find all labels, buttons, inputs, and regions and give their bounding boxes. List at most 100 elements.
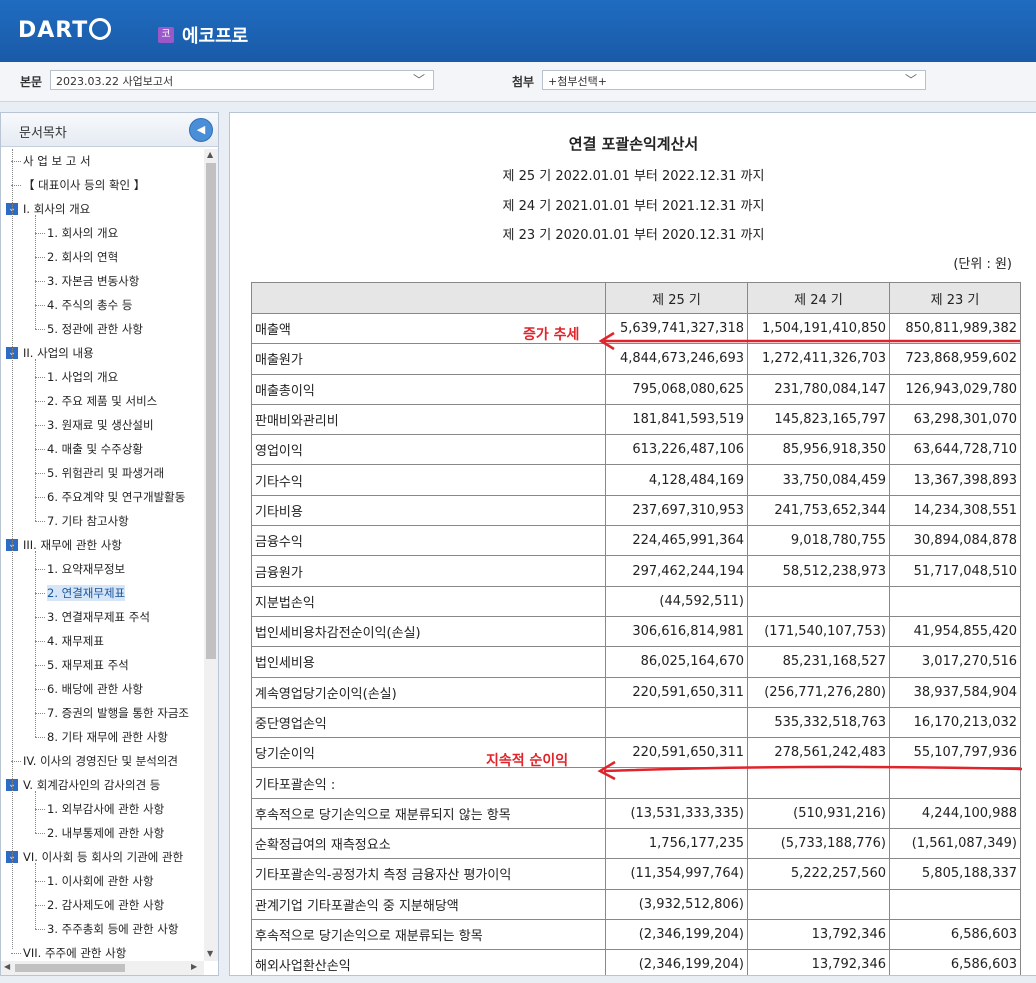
- increase-trend-annotation: 증가 추세: [523, 327, 580, 343]
- toc-item[interactable]: II. 사업의 내용: [23, 345, 94, 361]
- value-cell: 13,792,346: [747, 918, 890, 951]
- toc-item[interactable]: III. 재무에 관한 사항: [23, 537, 122, 553]
- corp-class-badge: 코: [158, 27, 174, 43]
- toc-item[interactable]: 2. 연결재무제표: [47, 585, 126, 601]
- value-cell: 5,639,741,327,318: [605, 312, 748, 345]
- value-cell: 231,780,084,147: [747, 373, 890, 405]
- toc-item[interactable]: 3. 주주총회 등에 관한 사항: [47, 921, 178, 937]
- toc-item[interactable]: 7. 기타 참고사항: [47, 513, 129, 529]
- toc-item[interactable]: 8. 기타 재무에 관한 사항: [47, 729, 168, 745]
- value-cell: 723,868,959,602: [889, 343, 1021, 375]
- table-row: 지분법손익 (44,592,511): [251, 585, 1021, 617]
- main-doc-select[interactable]: 2023.03.22 사업보고서 ﹀: [50, 70, 434, 90]
- toc-item[interactable]: 【 대표이사 등의 확인 】: [23, 177, 145, 193]
- toc-item[interactable]: VI. 이사회 등 회사의 기관에 관한: [23, 849, 183, 865]
- attachment-select-value: +첨부선택+: [548, 75, 607, 88]
- toc-item[interactable]: 1. 이사회에 관한 사항: [47, 873, 154, 889]
- line-item-label: 후속적으로 당기손익으로 재분류되지 않는 항목: [251, 797, 606, 830]
- value-cell: 6,586,603: [889, 949, 1021, 975]
- toc-item[interactable]: 5. 재무제표 주석: [47, 657, 129, 673]
- toc-item[interactable]: 4. 재무제표: [47, 633, 104, 649]
- line-item-label: 계속영업당기순이익(손실): [251, 676, 606, 708]
- value-cell: 55,107,797,936: [889, 737, 1021, 769]
- toc-item[interactable]: V. 회계감사인의 감사의견 등: [23, 777, 160, 793]
- period-line: 제 24 기 2021.01.01 부터 2021.12.31 까지: [502, 199, 765, 214]
- toc-item[interactable]: 1. 회사의 개요: [47, 225, 118, 241]
- toc-item[interactable]: 사 업 보 고 서: [23, 153, 91, 169]
- value-cell: (44,592,511): [605, 585, 748, 617]
- dart-logo[interactable]: DART: [18, 18, 112, 43]
- value-cell: (3,932,512,806): [605, 888, 748, 920]
- toc-horizontal-scrollbar[interactable]: ◀ ▶: [1, 961, 204, 975]
- value-cell: (5,733,188,776): [747, 828, 890, 860]
- toc-item[interactable]: 4. 매출 및 수주상황: [47, 441, 143, 457]
- value-cell: 6,586,603: [889, 918, 1021, 951]
- scroll-up-icon[interactable]: ▲: [207, 150, 213, 159]
- toc-item[interactable]: 5. 정관에 관한 사항: [47, 321, 143, 337]
- column-header: 제 23 기: [889, 282, 1021, 314]
- value-cell: 126,943,029,780: [889, 373, 1021, 405]
- table-row: 순확정급여의 재측정요소 1,756,177,235 (5,733,188,776)…: [251, 828, 1021, 860]
- value-cell: 63,298,301,070: [889, 403, 1021, 436]
- toc-vertical-scrollbar[interactable]: ▲ ▼: [204, 149, 218, 961]
- toc-item[interactable]: 7. 증권의 발행을 통한 자금조: [47, 705, 189, 721]
- scrollbar-thumb[interactable]: [206, 163, 216, 659]
- table-row: 금융수익 224,465,991,364 9,018,780,755 30,894,0…: [251, 525, 1021, 557]
- column-header: 제 25 기: [605, 282, 748, 314]
- toc-item[interactable]: 4. 주식의 총수 등: [47, 297, 132, 313]
- toc-item[interactable]: IV. 이사의 경영진단 및 분석의견: [23, 753, 178, 769]
- scroll-down-icon[interactable]: ▼: [207, 949, 213, 958]
- table-row: 판매비와관리비 181,841,593,519 145,823,165,797 63,…: [251, 403, 1021, 436]
- app-header: DART 코 에코프로: [0, 0, 1036, 62]
- statement-title: 연결 포괄손익계산서: [568, 135, 699, 153]
- table-row: 법인세비용차감전순이익(손실) 306,616,814,981 (171,540,1…: [251, 615, 1021, 648]
- value-cell: 3,017,270,516: [889, 646, 1021, 678]
- toc-item[interactable]: 2. 주요 제품 및 서비스: [47, 393, 157, 409]
- value-cell: 38,937,584,904: [889, 676, 1021, 708]
- toc-item[interactable]: 5. 위험관리 및 파생거래: [47, 465, 164, 481]
- table-row: 기타포괄손익 :: [251, 767, 1021, 799]
- value-cell: 181,841,593,519: [605, 403, 748, 436]
- main-doc-select-value: 2023.03.22 사업보고서: [56, 75, 174, 88]
- value-cell: 4,128,484,169: [605, 464, 748, 496]
- value-cell: 86,025,164,670: [605, 646, 748, 678]
- value-cell: 51,717,048,510: [889, 555, 1021, 587]
- table-row: 관계기업 기타포괄손익 중 지분해당액 (3,932,512,806): [251, 888, 1021, 920]
- toc-item[interactable]: VII. 주주에 관한 사항: [23, 945, 126, 961]
- value-cell: 795,068,080,625: [605, 373, 748, 405]
- toc-item[interactable]: 6. 주요계약 및 연구개발활동: [47, 489, 185, 505]
- value-cell: (510,931,216): [747, 797, 890, 830]
- toc-item[interactable]: 3. 원재료 및 생산설비: [47, 417, 154, 433]
- scroll-right-icon[interactable]: ▶: [191, 962, 197, 971]
- toc-item[interactable]: 2. 내부통제에 관한 사항: [47, 825, 164, 841]
- value-cell: 58,512,238,973: [747, 555, 890, 587]
- toc-item[interactable]: I. 회사의 개요: [23, 201, 90, 217]
- value-cell: 1,272,411,326,703: [747, 343, 890, 375]
- toc-item[interactable]: 3. 자본금 변동사항: [47, 273, 139, 289]
- toc-item[interactable]: 2. 회사의 연혁: [47, 249, 118, 265]
- value-cell: 85,956,918,350: [747, 434, 890, 466]
- toc-item[interactable]: 6. 배당에 관한 사항: [47, 681, 143, 697]
- toc-item[interactable]: 3. 연결재무제표 주석: [47, 609, 150, 625]
- table-row: 당기순이익 220,591,650,311 278,561,242,483 55,10…: [251, 737, 1021, 769]
- toc-item[interactable]: 1. 요약재무정보: [47, 561, 125, 577]
- toc-item[interactable]: 1. 사업의 개요: [47, 369, 118, 385]
- toc-item[interactable]: 1. 외부감사에 관한 사항: [47, 801, 164, 817]
- line-item-label: 매출총이익: [251, 373, 606, 405]
- logo-circle-icon: [89, 18, 112, 40]
- line-item-label: 관계기업 기타포괄손익 중 지분해당액: [251, 888, 606, 920]
- line-item-label: 매출원가: [251, 343, 606, 375]
- value-cell: 145,823,165,797: [747, 403, 890, 436]
- toc-tree: 사 업 보 고 서 【 대표이사 등의 확인 】 ⌄ I. 회사의 개요 1. 회사의 …: [1, 149, 204, 961]
- toc-item[interactable]: 2. 감사제도에 관한 사항: [47, 897, 164, 913]
- scroll-left-icon[interactable]: ◀: [4, 962, 10, 971]
- attachment-select[interactable]: +첨부선택+ ﹀: [542, 70, 926, 90]
- period-line: 제 25 기 2022.01.01 부터 2022.12.31 까지: [502, 169, 765, 184]
- sustained-profit-annotation: 지속적 순이익: [486, 753, 569, 769]
- collapse-panel-button[interactable]: ◀: [189, 118, 213, 142]
- value-cell: 1,756,177,235: [605, 828, 748, 860]
- scrollbar-thumb[interactable]: [15, 964, 125, 972]
- value-cell: 1,504,191,410,850: [747, 312, 890, 345]
- table-row: 법인세비용 86,025,164,670 85,231,168,527 3,017,2…: [251, 646, 1021, 678]
- line-item-label: 기타포괄손익 :: [251, 767, 606, 799]
